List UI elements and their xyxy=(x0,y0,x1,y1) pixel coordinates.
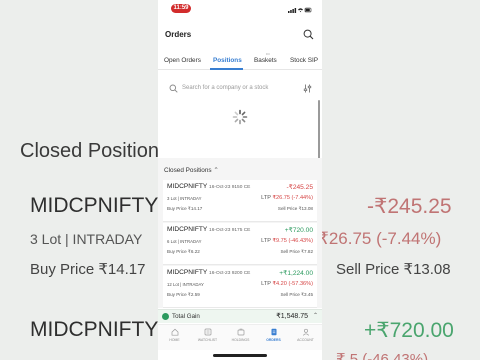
position-lot: 6 Lot | INTRADAY xyxy=(167,239,202,244)
bg-row1-ltp: ₹26.75 (-7.44%) xyxy=(318,229,442,248)
status-bar: 11:59 xyxy=(158,0,322,18)
loading-spinner-icon xyxy=(232,109,248,125)
position-sell-price: Sell Price ₹7.82 xyxy=(280,249,313,254)
tab-positions[interactable]: Positions xyxy=(213,57,242,64)
closed-positions-header[interactable]: Closed Positions ⌃ xyxy=(164,166,219,174)
position-buy-price: Buy Price ₹14.17 xyxy=(167,206,203,211)
position-symbol: MIDCPNIFTY 16-Oct-23 9150 CE xyxy=(167,183,251,190)
home-indicator[interactable] xyxy=(213,354,267,357)
search-bar[interactable]: Search for a company or a stock xyxy=(164,80,316,98)
nav-account[interactable]: ACCOUNT xyxy=(289,328,322,348)
bg-row1-buy: Buy Price ₹14.17 xyxy=(30,261,146,278)
page-title: Orders xyxy=(165,30,192,39)
active-tab-indicator xyxy=(210,68,243,70)
status-time: 11:59 xyxy=(171,4,191,13)
home-icon xyxy=(171,328,178,336)
position-ltp: LTP ₹4.20 (-57.36%) xyxy=(261,281,313,287)
position-card[interactable]: MIDCPNIFTY 16-Oct-23 9200 CE +₹1,224.00 … xyxy=(163,266,317,308)
bg-row2-ltp: ₹ 5 (-46.43%) xyxy=(336,351,429,360)
position-buy-price: Buy Price ₹2.59 xyxy=(167,292,200,297)
orders-icon xyxy=(271,328,276,336)
position-expiry: 16-Oct-23 9175 CE xyxy=(209,228,251,233)
bg-row1-symbol: MIDCPNIFTY xyxy=(30,194,159,217)
position-symbol: MIDCPNIFTY 16-Oct-23 9200 CE xyxy=(167,269,251,276)
account-icon xyxy=(302,328,309,336)
closed-positions-section: Closed Positions ⌃ MIDCPNIFTY 16-Oct-23 … xyxy=(158,158,322,308)
phone-screen: 11:59 Orders Open Orders Positions Baske… xyxy=(158,0,322,360)
signal-wifi-battery-icon xyxy=(288,7,312,13)
position-lot: 12 Lot | INTRADAY xyxy=(167,282,204,287)
nav-watchlist[interactable]: WATCHLIST xyxy=(191,328,224,348)
bg-row1-lot: 3 Lot | INTRADAY xyxy=(30,231,143,247)
position-pnl: -₹245.25 xyxy=(286,184,313,191)
position-card[interactable]: MIDCPNIFTY 16-Oct-23 9150 CE -₹245.25 3 … xyxy=(163,180,317,222)
position-expiry: 16-Oct-23 9150 CE xyxy=(209,185,251,190)
tab-baskets[interactable]: Baskets xyxy=(254,57,277,64)
position-ltp: LTP ₹9.75 (-46.43%) xyxy=(261,238,313,244)
position-card[interactable]: MIDCPNIFTY 16-Oct-23 9175 CE +₹720.00 6 … xyxy=(163,223,317,265)
nav-orders[interactable]: ORDERS xyxy=(257,328,290,348)
nav-home[interactable]: HOME xyxy=(158,328,191,348)
app-header: Orders xyxy=(158,26,322,44)
position-ltp: LTP ₹26.75 (-7.44%) xyxy=(261,195,313,201)
order-tabs: Open Orders Positions Baskets ••• Stock … xyxy=(158,50,322,70)
position-lot: 3 Lot | INTRADAY xyxy=(167,196,202,201)
chevron-up-icon: ⌃ xyxy=(213,167,219,174)
nav-holdings[interactable]: HOLDINGS xyxy=(224,328,257,348)
watchlist-icon xyxy=(204,328,211,336)
new-badge-icon: ••• xyxy=(266,52,270,56)
position-buy-price: Buy Price ₹6.22 xyxy=(167,249,200,254)
gain-indicator-icon xyxy=(162,313,169,320)
screen: Closed Position MIDCPNIFTY -₹245.25 3 Lo… xyxy=(0,0,480,360)
bg-heading: Closed Position xyxy=(20,140,159,162)
position-pnl: +₹1,224.00 xyxy=(279,270,313,277)
tab-open-orders[interactable]: Open Orders xyxy=(164,57,201,64)
bg-row2-pnl: +₹720.00 xyxy=(364,319,454,342)
filter-icon[interactable] xyxy=(303,84,312,93)
search-input[interactable]: Search for a company or a stock xyxy=(182,85,268,91)
bg-row1-pnl: -₹245.25 xyxy=(367,195,452,218)
closed-positions-title: Closed Positions xyxy=(164,167,212,174)
holdings-icon xyxy=(237,328,244,336)
bg-row2-symbol: MIDCPNIFTY xyxy=(30,318,159,341)
total-gain-value: ₹1,548.75 xyxy=(276,313,308,320)
position-pnl: +₹720.00 xyxy=(284,227,313,234)
position-sell-price: Sell Price ₹13.08 xyxy=(277,206,313,211)
bottom-navigation: HOME WATCHLIST HOLDINGS ORDERS ACCOUNT xyxy=(158,324,322,350)
total-gain-bar[interactable]: Total Gain ₹1,548.75 ⌃ xyxy=(158,309,322,323)
total-gain-label: Total Gain xyxy=(172,313,200,320)
bg-row1-sell: Sell Price ₹13.08 xyxy=(336,261,451,278)
search-icon xyxy=(169,84,178,93)
position-expiry: 16-Oct-23 9200 CE xyxy=(209,271,251,276)
position-sell-price: Sell Price ₹3.45 xyxy=(280,292,313,297)
tab-stock-sip[interactable]: Stock SIP xyxy=(290,57,318,64)
position-symbol: MIDCPNIFTY 16-Oct-23 9175 CE xyxy=(167,226,251,233)
search-icon[interactable] xyxy=(303,29,314,40)
chevron-up-icon: ⌃ xyxy=(312,313,318,319)
